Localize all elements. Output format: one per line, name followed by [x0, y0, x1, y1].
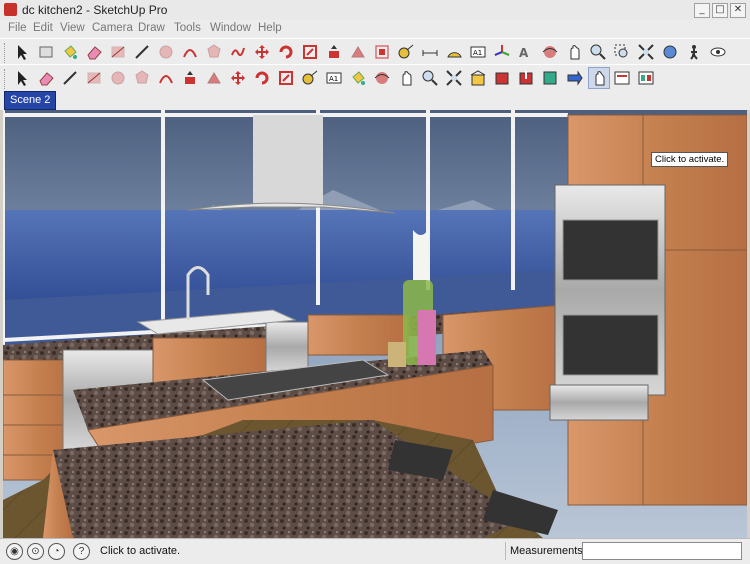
arc-icon[interactable] — [156, 68, 176, 88]
pan-icon[interactable] — [564, 42, 584, 62]
zoom-extents-icon[interactable] — [444, 68, 464, 88]
measurements-field[interactable] — [582, 542, 742, 560]
push-pull-icon[interactable] — [180, 68, 200, 88]
svg-text:A: A — [519, 46, 529, 60]
send-icon[interactable] — [564, 68, 584, 88]
text-icon[interactable]: A1 — [468, 42, 488, 62]
dynamic-attributes-icon[interactable] — [636, 68, 656, 88]
3d-text-icon[interactable]: A — [516, 42, 536, 62]
zoom-icon[interactable] — [588, 42, 608, 62]
menu-tools[interactable]: Tools — [174, 22, 201, 34]
credits-icon[interactable]: ⊙ — [27, 543, 44, 560]
zoom-extents-icon[interactable] — [636, 42, 656, 62]
interact-icon[interactable] — [588, 67, 610, 89]
scene-tab[interactable]: Scene 2 — [4, 91, 57, 110]
component-icon[interactable] — [36, 42, 56, 62]
minimize-button[interactable]: _ — [694, 3, 710, 18]
menu-view[interactable]: View — [60, 22, 85, 34]
model-viewport[interactable]: Click to activate. — [3, 110, 747, 538]
protractor-icon[interactable] — [444, 42, 464, 62]
rotate-icon[interactable] — [276, 42, 296, 62]
push-pull-icon[interactable] — [324, 42, 344, 62]
line-icon[interactable] — [132, 42, 152, 62]
rectangle-icon[interactable] — [84, 68, 104, 88]
help-icon[interactable]: ? — [73, 543, 90, 560]
menu-camera[interactable]: Camera — [92, 22, 133, 34]
extension-icon[interactable] — [540, 68, 560, 88]
offset-icon[interactable] — [372, 42, 392, 62]
eraser-icon[interactable] — [84, 42, 104, 62]
move-icon[interactable] — [228, 68, 248, 88]
select-icon[interactable] — [12, 68, 32, 88]
circle-icon[interactable] — [156, 42, 176, 62]
window-title: dc kitchen2 - SketchUp Pro — [22, 3, 168, 17]
look-around-icon[interactable] — [708, 42, 728, 62]
axes-icon[interactable] — [492, 42, 512, 62]
get-models-icon[interactable] — [492, 68, 512, 88]
menu-file[interactable]: File — [8, 22, 27, 34]
warehouse-icon[interactable] — [468, 68, 488, 88]
share-model-icon[interactable] — [516, 68, 536, 88]
svg-text:A1: A1 — [473, 49, 482, 57]
title-bar: dc kitchen2 - SketchUp Pro _ □ ✕ — [0, 0, 750, 21]
arc-icon[interactable] — [180, 42, 200, 62]
geolocation-icon[interactable]: ◉ — [6, 543, 23, 560]
walk-icon[interactable] — [684, 42, 704, 62]
text-icon[interactable]: A1 — [324, 68, 344, 88]
menu-draw[interactable]: Draw — [138, 22, 165, 34]
move-icon[interactable] — [252, 42, 272, 62]
dynamic-options-icon[interactable] — [612, 68, 632, 88]
follow-me-icon[interactable] — [348, 42, 368, 62]
close-button[interactable]: ✕ — [730, 3, 746, 18]
dimension-icon[interactable] — [420, 42, 440, 62]
paint-bucket-icon[interactable] — [348, 68, 368, 88]
status-bar: ◉ ⊙ ◔ ? Click to activate. Measurements — [0, 538, 750, 564]
pan-icon[interactable] — [396, 68, 416, 88]
zoom-icon[interactable] — [420, 68, 440, 88]
menu-edit[interactable]: Edit — [33, 22, 53, 34]
viewport-tooltip: Click to activate. — [651, 152, 729, 167]
eraser-icon[interactable] — [36, 68, 56, 88]
select-icon[interactable] — [12, 42, 32, 62]
circle-icon[interactable] — [108, 68, 128, 88]
user-icon[interactable]: ◔ — [48, 543, 65, 560]
freehand-icon[interactable] — [228, 42, 248, 62]
menu-help[interactable]: Help — [258, 22, 282, 34]
follow-me-icon[interactable] — [204, 68, 224, 88]
scale-icon[interactable] — [276, 68, 296, 88]
menu-bar: File Edit View Camera Draw Tools Window … — [0, 20, 750, 38]
orbit-icon[interactable] — [540, 42, 560, 62]
sketchup-app-icon — [4, 3, 17, 16]
rotate-icon[interactable] — [252, 68, 272, 88]
menu-window[interactable]: Window — [210, 22, 251, 34]
tape-measure-icon[interactable] — [300, 68, 320, 88]
measurements-label: Measurements — [510, 545, 583, 557]
scene-tabs-bar: Scene 2 — [0, 90, 750, 110]
previous-view-icon[interactable] — [660, 42, 680, 62]
scale-icon[interactable] — [300, 42, 320, 62]
svg-text:A1: A1 — [329, 75, 338, 83]
orbit-icon[interactable] — [372, 68, 392, 88]
kitchen-3d-scene — [3, 110, 747, 538]
line-icon[interactable] — [60, 68, 80, 88]
paint-bucket-icon[interactable] — [60, 42, 80, 62]
zoom-window-icon[interactable] — [612, 42, 632, 62]
tape-measure-icon[interactable] — [396, 42, 416, 62]
rectangle-icon[interactable] — [108, 42, 128, 62]
status-text: Click to activate. — [100, 545, 181, 557]
polygon-icon[interactable] — [204, 42, 224, 62]
maximize-button[interactable]: □ — [712, 3, 728, 18]
polygon-icon[interactable] — [132, 68, 152, 88]
